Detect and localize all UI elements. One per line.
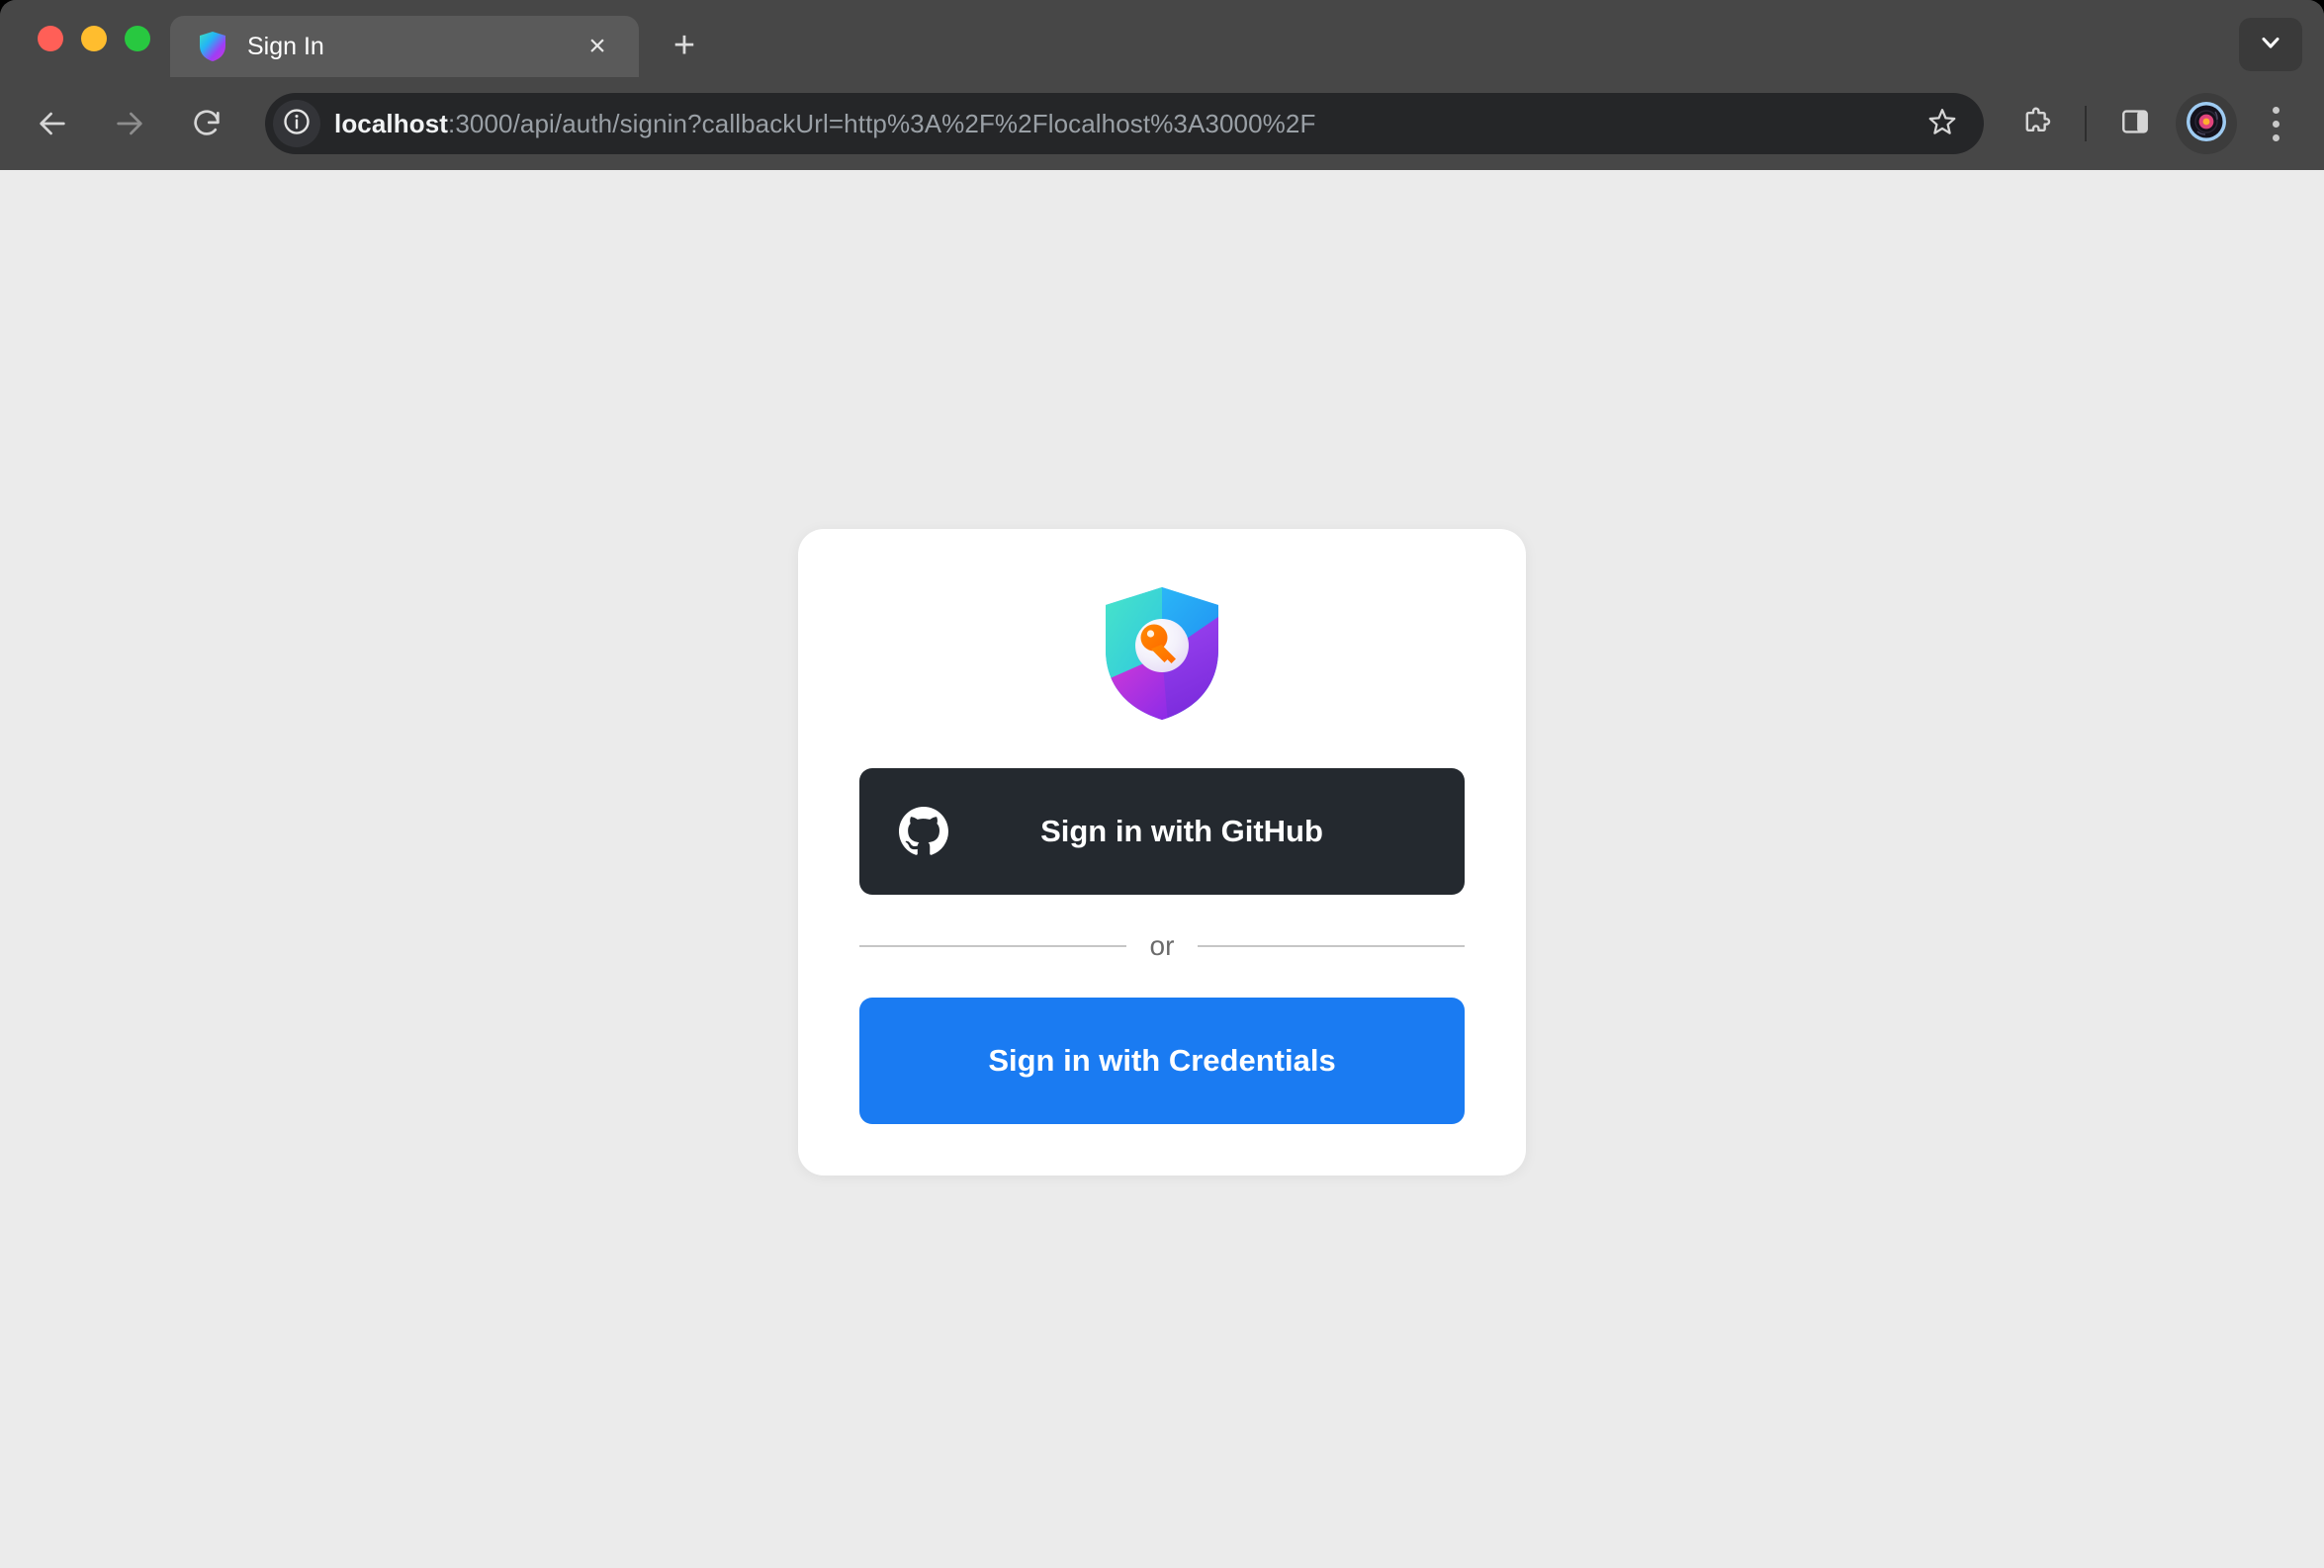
forward-arrow-icon: [113, 107, 146, 140]
forward-button[interactable]: [99, 93, 160, 154]
profile-button[interactable]: [2176, 93, 2237, 154]
sign-in-with-github-button[interactable]: Sign in with GitHub: [859, 768, 1465, 895]
side-panel-button[interactable]: [2106, 95, 2164, 152]
reload-button[interactable]: [176, 93, 237, 154]
info-circle-icon: [282, 107, 312, 141]
shield-key-icon: [1099, 584, 1225, 723]
star-icon: [1926, 106, 1958, 142]
divider-label: or: [1126, 932, 1199, 960]
sign-in-card: Sign in with GitHub or Sign in with Cred…: [798, 529, 1526, 1176]
divider-line-right: [1198, 945, 1465, 947]
or-divider: or: [859, 932, 1465, 960]
address-bar-url[interactable]: localhost:3000/api/auth/signin?callbackU…: [334, 109, 1917, 139]
tab-strip: Sign In × +: [0, 0, 2324, 77]
back-arrow-icon: [36, 107, 69, 140]
sign-in-with-credentials-button[interactable]: Sign in with Credentials: [859, 998, 1465, 1124]
close-icon[interactable]: ×: [578, 27, 617, 66]
window-minimize-button[interactable]: [81, 26, 107, 51]
reload-icon: [190, 107, 223, 140]
sign-in-with-github-label: Sign in with GitHub: [939, 814, 1425, 849]
url-host: localhost: [334, 109, 448, 138]
extensions-button[interactable]: [2008, 95, 2065, 152]
browser-tab-sign-in[interactable]: Sign In ×: [170, 16, 639, 77]
url-path: :3000/api/auth/signin?callbackUrl=http%3…: [448, 109, 1315, 138]
chevron-down-icon: [2257, 29, 2284, 61]
sign-in-with-credentials-label: Sign in with Credentials: [988, 1043, 1335, 1079]
three-dot-menu-icon: [2273, 107, 2279, 141]
puzzle-piece-icon: [2019, 105, 2053, 143]
window-traffic-lights: [0, 0, 170, 77]
shield-key-icon: [198, 31, 227, 62]
browser-window: Sign In × +: [0, 0, 2324, 1568]
tab-list-button[interactable]: [2239, 18, 2302, 71]
side-panel-icon: [2119, 106, 2151, 142]
browser-toolbar: localhost:3000/api/auth/signin?callbackU…: [0, 77, 2324, 170]
address-bar[interactable]: localhost:3000/api/auth/signin?callbackU…: [265, 93, 1984, 154]
toolbar-divider: [2085, 106, 2087, 141]
tab-title: Sign In: [247, 33, 578, 61]
vinyl-record-avatar-icon: [2185, 100, 2228, 148]
back-button[interactable]: [22, 93, 83, 154]
site-info-button[interactable]: [273, 100, 320, 147]
window-close-button[interactable]: [38, 26, 63, 51]
new-tab-button[interactable]: +: [657, 18, 712, 73]
bookmark-button[interactable]: [1917, 98, 1968, 149]
browser-menu-button[interactable]: [2249, 95, 2302, 152]
window-maximize-button[interactable]: [125, 26, 150, 51]
page-viewport: Sign in with GitHub or Sign in with Cred…: [0, 170, 2324, 1568]
divider-line-left: [859, 945, 1126, 947]
